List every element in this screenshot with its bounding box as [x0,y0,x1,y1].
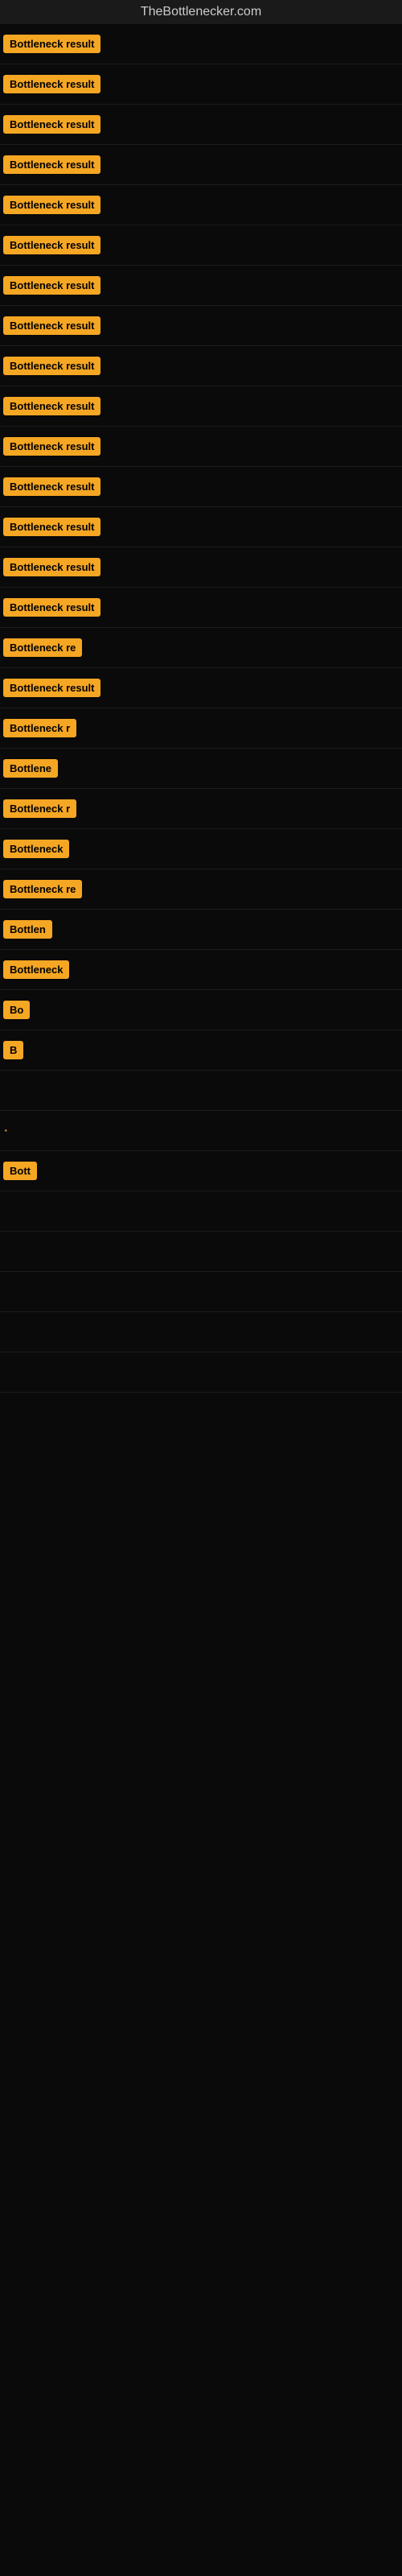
list-item: Bottleneck result [0,467,402,507]
list-item: · [0,1111,402,1151]
bottleneck-result-badge[interactable]: Bottleneck result [3,236,100,254]
list-item: Bottleneck re [0,869,402,910]
list-item [0,1272,402,1312]
list-item: Bottlen [0,910,402,950]
list-item: Bottleneck result [0,547,402,588]
bottleneck-result-badge[interactable]: Bott [3,1162,37,1180]
bottleneck-result-badge[interactable]: Bottleneck result [3,679,100,697]
bottleneck-result-badge[interactable]: Bottleneck result [3,276,100,295]
bottleneck-result-badge[interactable]: B [3,1041,23,1059]
bottleneck-result-badge[interactable]: Bottlene [3,759,58,778]
list-item: Bott [0,1151,402,1191]
site-header: TheBottlenecker.com [0,0,402,24]
bottleneck-result-badge[interactable]: Bottleneck result [3,75,100,93]
bottleneck-result-badge[interactable]: Bottleneck r [3,719,76,737]
list-item: Bottleneck re [0,628,402,668]
list-item [0,1312,402,1352]
bottleneck-result-badge[interactable]: Bottleneck [3,840,69,858]
bottleneck-result-badge[interactable]: Bottleneck result [3,598,100,617]
list-item: Bottleneck result [0,185,402,225]
list-item: Bottleneck result [0,225,402,266]
list-item: Bottleneck r [0,789,402,829]
rows-container: Bottleneck result Bottleneck result Bottle… [0,24,402,1393]
bottleneck-result-badge[interactable]: Bottleneck re [3,880,82,898]
list-item: Bottleneck result [0,507,402,547]
list-item: Bottleneck result [0,64,402,105]
bottleneck-result-badge[interactable]: Bottleneck result [3,196,100,214]
list-item: Bottleneck result [0,306,402,346]
bottleneck-result-badge[interactable]: Bottleneck result [3,155,100,174]
bottleneck-result-badge[interactable]: Bottleneck result [3,477,100,496]
bottleneck-result-badge[interactable]: Bottlen [3,920,52,939]
list-item: Bottleneck [0,829,402,869]
list-item: Bottleneck [0,950,402,990]
list-item: Bo [0,990,402,1030]
bottleneck-result-badge[interactable]: Bottleneck result [3,316,100,335]
bottleneck-result-badge[interactable]: Bottleneck result [3,558,100,576]
bottleneck-result-badge[interactable]: Bottleneck r [3,799,76,818]
list-item: Bottleneck result [0,24,402,64]
bottleneck-result-badge[interactable]: Bottleneck result [3,397,100,415]
list-item: Bottleneck result [0,145,402,185]
dot-indicator: · [3,1121,9,1140]
list-item: Bottleneck r [0,708,402,749]
bottleneck-result-badge[interactable]: Bottleneck result [3,357,100,375]
list-item: Bottleneck result [0,668,402,708]
list-item: Bottleneck result [0,588,402,628]
bottleneck-result-badge[interactable]: Bottleneck [3,960,69,979]
bottleneck-result-badge[interactable]: Bottleneck result [3,115,100,134]
list-item [0,1071,402,1111]
bottleneck-result-badge[interactable]: Bottleneck result [3,518,100,536]
list-item: Bottlene [0,749,402,789]
list-item: Bottleneck result [0,266,402,306]
list-item [0,1352,402,1393]
list-item: Bottleneck result [0,346,402,386]
list-item: B [0,1030,402,1071]
list-item: Bottleneck result [0,105,402,145]
bottleneck-result-badge[interactable]: Bottleneck result [3,437,100,456]
list-item [0,1232,402,1272]
bottleneck-result-badge[interactable]: Bo [3,1001,30,1019]
bottleneck-result-badge[interactable]: Bottleneck re [3,638,82,657]
list-item: Bottleneck result [0,427,402,467]
site-title: TheBottlenecker.com [0,0,402,24]
bottleneck-result-badge[interactable]: Bottleneck result [3,35,100,53]
list-item: Bottleneck result [0,386,402,427]
list-item [0,1191,402,1232]
